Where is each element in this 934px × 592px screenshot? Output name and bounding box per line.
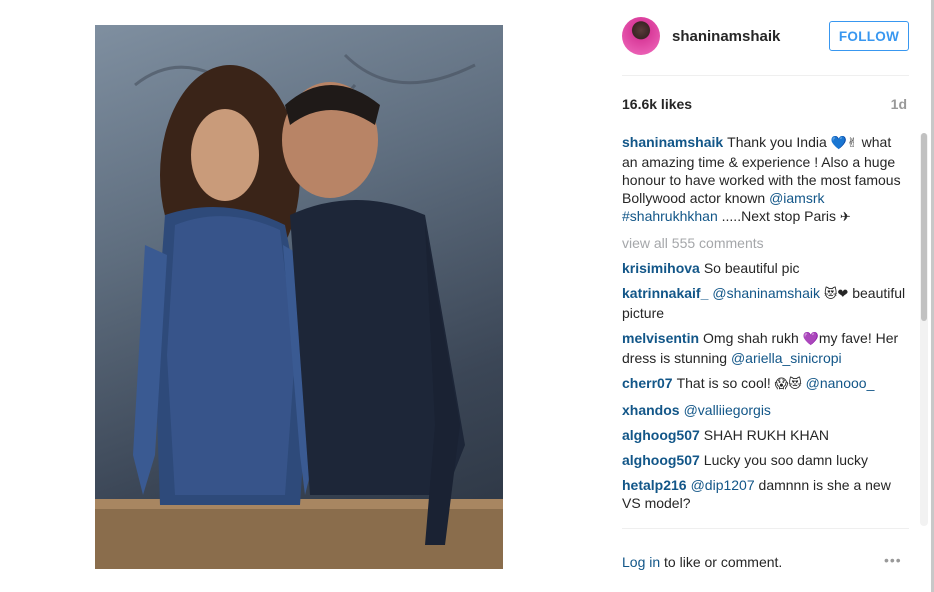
- photo-illustration: [95, 53, 503, 569]
- caption-text-1: Thank you India: [727, 134, 831, 150]
- comment-mention[interactable]: @valliiegorgis: [684, 402, 771, 418]
- comment-username[interactable]: krisimihova: [622, 260, 700, 276]
- follow-button[interactable]: FOLLOW: [829, 21, 909, 51]
- comment-text: That is so cool!: [676, 375, 775, 391]
- comment-item: alghoog507 SHAH RUKH KHAN: [622, 426, 909, 444]
- comment-username[interactable]: alghoog507: [622, 427, 700, 443]
- header-divider: [622, 75, 909, 76]
- post-author-username[interactable]: shaninamshaik: [672, 28, 780, 45]
- comment-item: cherr07 That is so cool! 😱😻 @nanooo_: [622, 374, 909, 394]
- comment-emoji: 💜: [802, 332, 819, 347]
- comment-item: katrinnakaif_ @shaninamshaik 😻❤ beautiful…: [622, 284, 909, 322]
- airplane-icon: ✈: [839, 210, 851, 225]
- comment-item: xhandos @valliiegorgis: [622, 401, 909, 419]
- view-all-comments-link[interactable]: view all 555 comments: [622, 234, 909, 252]
- caption-mention[interactable]: @iamsrk: [769, 190, 824, 206]
- comment-username[interactable]: alghoog507: [622, 452, 700, 468]
- comment-emoji: 😻❤: [823, 287, 849, 302]
- comment-username[interactable]: cherr07: [622, 375, 673, 391]
- comment-text: So beautiful pic: [703, 260, 800, 276]
- post-age[interactable]: 1d: [891, 96, 907, 112]
- scrollbar-thumb[interactable]: [921, 133, 927, 321]
- comment-mention[interactable]: @dip1207: [691, 477, 755, 493]
- comment-text: SHAH RUKH KHAN: [703, 427, 830, 443]
- footer-divider: [622, 528, 909, 529]
- comment-username[interactable]: katrinnakaif_: [622, 285, 708, 301]
- login-link[interactable]: Log in: [622, 554, 660, 570]
- post-photo[interactable]: [95, 25, 503, 569]
- comment-emoji: 😱😻: [774, 377, 802, 392]
- caption: shaninamshaik Thank you India 💙✌ what an …: [622, 133, 909, 227]
- login-prompt: Log in to like or comment.: [622, 554, 782, 570]
- more-options-icon[interactable]: •••: [884, 552, 902, 568]
- comment-mention[interactable]: @shaninamshaik: [712, 285, 820, 301]
- caption-emoji-1: 💙✌: [830, 136, 858, 151]
- likes-count[interactable]: 16.6k likes: [622, 96, 692, 112]
- comment-username[interactable]: xhandos: [622, 402, 680, 418]
- caption-hashtag[interactable]: #shahrukhkhan: [622, 208, 718, 224]
- profile-avatar[interactable]: [622, 17, 660, 55]
- comment-item: hetalp216 @dip1207 damnnn is she a new VS…: [622, 476, 909, 512]
- comment-item: melvisentin Omg shah rukh 💜my fave! Her d…: [622, 329, 909, 367]
- caption-username[interactable]: shaninamshaik: [622, 134, 723, 150]
- comments-list: shaninamshaik Thank you India 💙✌ what an …: [622, 133, 909, 525]
- comment-item: alghoog507 Lucky you soo damn lucky: [622, 451, 909, 469]
- comment-text: Omg shah rukh: [703, 330, 803, 346]
- comment-username[interactable]: hetalp216: [622, 477, 687, 493]
- comment-item: krisimihova So beautiful pic: [622, 259, 909, 277]
- comment-mention[interactable]: @nanooo_: [806, 375, 875, 391]
- caption-text-3: .....Next stop Paris: [717, 208, 840, 224]
- comment-username[interactable]: melvisentin: [622, 330, 699, 346]
- comment-text: Lucky you soo damn lucky: [703, 452, 868, 468]
- post-sidebar: shaninamshaik FOLLOW 16.6k likes 1d shan…: [606, 0, 928, 592]
- login-prompt-text: to like or comment.: [660, 554, 783, 570]
- comment-mention[interactable]: @ariella_sinicropi: [731, 350, 842, 366]
- comments-scrollbar[interactable]: [920, 133, 928, 526]
